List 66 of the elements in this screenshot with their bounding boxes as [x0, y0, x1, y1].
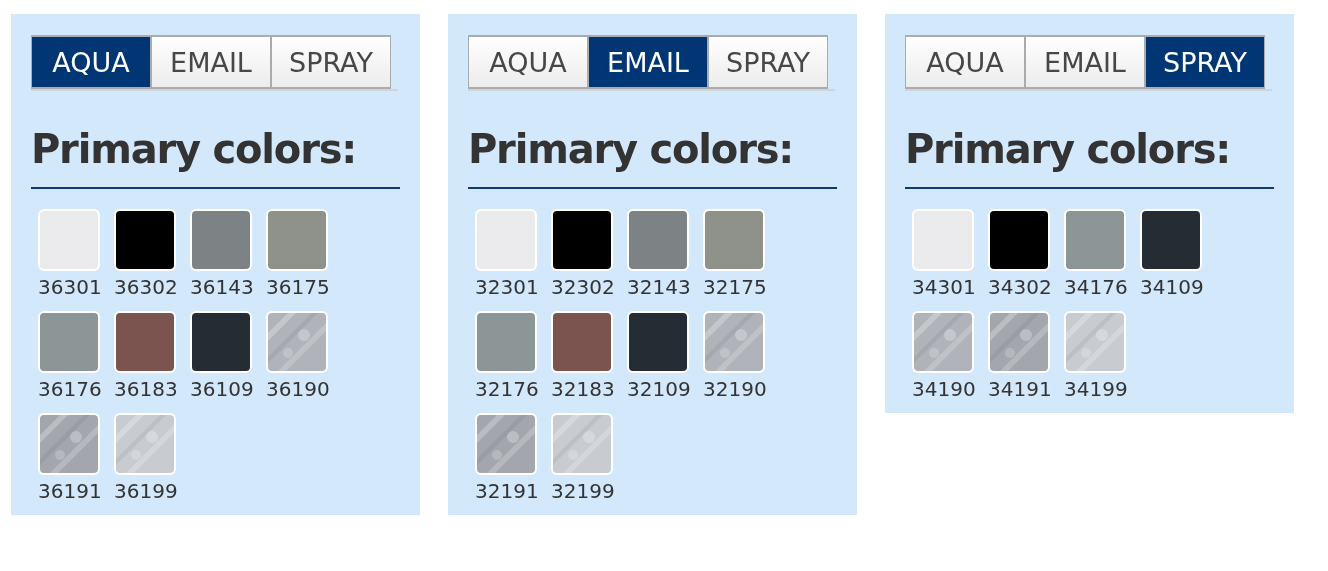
color-swatch[interactable]	[266, 311, 328, 373]
color-swatch[interactable]	[190, 209, 252, 271]
color-swatch[interactable]	[1064, 209, 1126, 271]
color-swatch[interactable]	[627, 311, 689, 373]
color-code: 34176	[1064, 275, 1128, 299]
color-code: 34199	[1064, 377, 1128, 401]
color-code: 36175	[266, 275, 330, 299]
color-swatch[interactable]	[912, 209, 974, 271]
color-swatch[interactable]	[703, 209, 765, 271]
color-swatch[interactable]	[38, 311, 100, 373]
color-swatch[interactable]	[114, 311, 176, 373]
color-code: 32199	[551, 479, 615, 503]
color-code: 34191	[988, 377, 1052, 401]
color-swatch[interactable]	[551, 209, 613, 271]
tab[interactable]: AQUA	[468, 35, 588, 89]
color-swatch[interactable]	[266, 209, 328, 271]
color-swatch[interactable]	[475, 311, 537, 373]
color-swatch[interactable]	[475, 209, 537, 271]
color-code: 36190	[266, 377, 330, 401]
tab[interactable]: AQUA	[905, 35, 1025, 89]
color-swatch[interactable]	[1140, 209, 1202, 271]
color-code: 34190	[912, 377, 976, 401]
color-code: 32143	[627, 275, 691, 299]
color-code: 32301	[475, 275, 539, 299]
color-code: 36199	[114, 479, 178, 503]
color-swatch[interactable]	[627, 209, 689, 271]
tab[interactable]: SPRAY	[708, 35, 828, 89]
color-code: 36109	[190, 377, 254, 401]
section-heading: Primary colors:	[468, 125, 794, 173]
color-code: 34109	[1140, 275, 1204, 299]
color-code: 32176	[475, 377, 539, 401]
section-heading: Primary colors:	[905, 125, 1231, 173]
color-swatch[interactable]	[1064, 311, 1126, 373]
color-code: 32183	[551, 377, 615, 401]
color-code: 34301	[912, 275, 976, 299]
color-swatch[interactable]	[988, 311, 1050, 373]
section-heading: Primary colors:	[31, 125, 357, 173]
color-swatch[interactable]	[988, 209, 1050, 271]
color-code: 36183	[114, 377, 178, 401]
color-code: 36302	[114, 275, 178, 299]
tab[interactable]: EMAIL	[588, 35, 708, 89]
color-swatch[interactable]	[912, 311, 974, 373]
color-code: 32175	[703, 275, 767, 299]
tab[interactable]: SPRAY	[1145, 35, 1265, 89]
color-code: 32109	[627, 377, 691, 401]
color-code: 36301	[38, 275, 102, 299]
color-swatch[interactable]	[703, 311, 765, 373]
color-swatch[interactable]	[38, 413, 100, 475]
color-code: 34302	[988, 275, 1052, 299]
color-swatch[interactable]	[38, 209, 100, 271]
tab[interactable]: SPRAY	[271, 35, 391, 89]
color-swatch[interactable]	[551, 311, 613, 373]
color-code: 36191	[38, 479, 102, 503]
color-swatch[interactable]	[475, 413, 537, 475]
color-code: 32191	[475, 479, 539, 503]
color-swatch[interactable]	[114, 413, 176, 475]
tab[interactable]: EMAIL	[151, 35, 271, 89]
color-swatch[interactable]	[190, 311, 252, 373]
color-code: 36176	[38, 377, 102, 401]
color-code: 32190	[703, 377, 767, 401]
color-swatch[interactable]	[114, 209, 176, 271]
color-code: 36143	[190, 275, 254, 299]
color-code: 32302	[551, 275, 615, 299]
tab[interactable]: AQUA	[31, 35, 151, 89]
color-swatch[interactable]	[551, 413, 613, 475]
tab[interactable]: EMAIL	[1025, 35, 1145, 89]
